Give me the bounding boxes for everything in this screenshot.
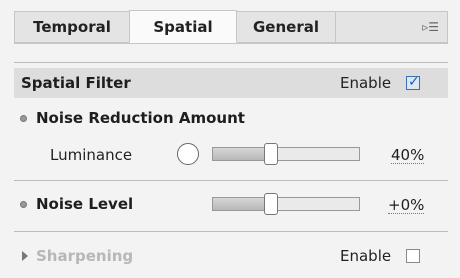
tab-bar: Temporal General ▹☰ Spatial xyxy=(14,10,448,43)
luminance-slider-thumb[interactable] xyxy=(264,143,278,165)
noise-level-title: Noise Level xyxy=(36,195,134,213)
spatial-filter-enable-checkbox[interactable]: ✓ xyxy=(406,74,420,90)
divider xyxy=(14,62,448,63)
divider xyxy=(14,180,448,181)
expand-triangle-icon[interactable] xyxy=(22,251,28,261)
spatial-filter-title: Spatial Filter xyxy=(21,74,131,92)
tab-temporal[interactable]: Temporal xyxy=(14,11,130,43)
tab-general[interactable]: General xyxy=(236,11,336,43)
luminance-value[interactable]: 40% xyxy=(391,147,425,164)
sharpening-title[interactable]: Sharpening xyxy=(36,247,133,265)
luminance-dial[interactable] xyxy=(177,143,199,165)
noise-level-value[interactable]: +0% xyxy=(388,197,425,214)
tab-general-label: General xyxy=(253,18,319,36)
bullet-icon xyxy=(20,115,27,122)
noise-level-slider-thumb[interactable] xyxy=(264,193,278,215)
divider xyxy=(14,231,448,232)
luminance-slider[interactable] xyxy=(212,143,360,165)
tab-spatial[interactable]: Spatial xyxy=(129,10,237,43)
sharpening-enable-checkbox[interactable] xyxy=(406,249,420,263)
panel-menu-icon[interactable]: ▹☰ xyxy=(422,20,439,34)
tab-bar-filler: ▹☰ xyxy=(335,11,448,43)
spatial-filter-header: Spatial Filter Enable ✓ xyxy=(14,68,448,98)
sharpening-enable-label: Enable xyxy=(340,247,392,265)
luminance-label: Luminance xyxy=(50,146,133,164)
bullet-icon xyxy=(20,201,27,208)
noise-level-slider-fill xyxy=(213,198,271,210)
spatial-filter-enable-label: Enable xyxy=(340,74,392,92)
luminance-slider-fill xyxy=(213,148,271,160)
tab-temporal-label: Temporal xyxy=(33,18,111,36)
checkmark-icon: ✓ xyxy=(408,74,420,90)
noise-reduction-title: Noise Reduction Amount xyxy=(36,109,245,127)
spatial-panel: Temporal General ▹☰ Spatial Spatial Filt… xyxy=(0,0,460,278)
tab-underline xyxy=(14,43,448,44)
noise-level-slider[interactable] xyxy=(212,193,360,215)
tab-spatial-label: Spatial xyxy=(153,17,213,36)
